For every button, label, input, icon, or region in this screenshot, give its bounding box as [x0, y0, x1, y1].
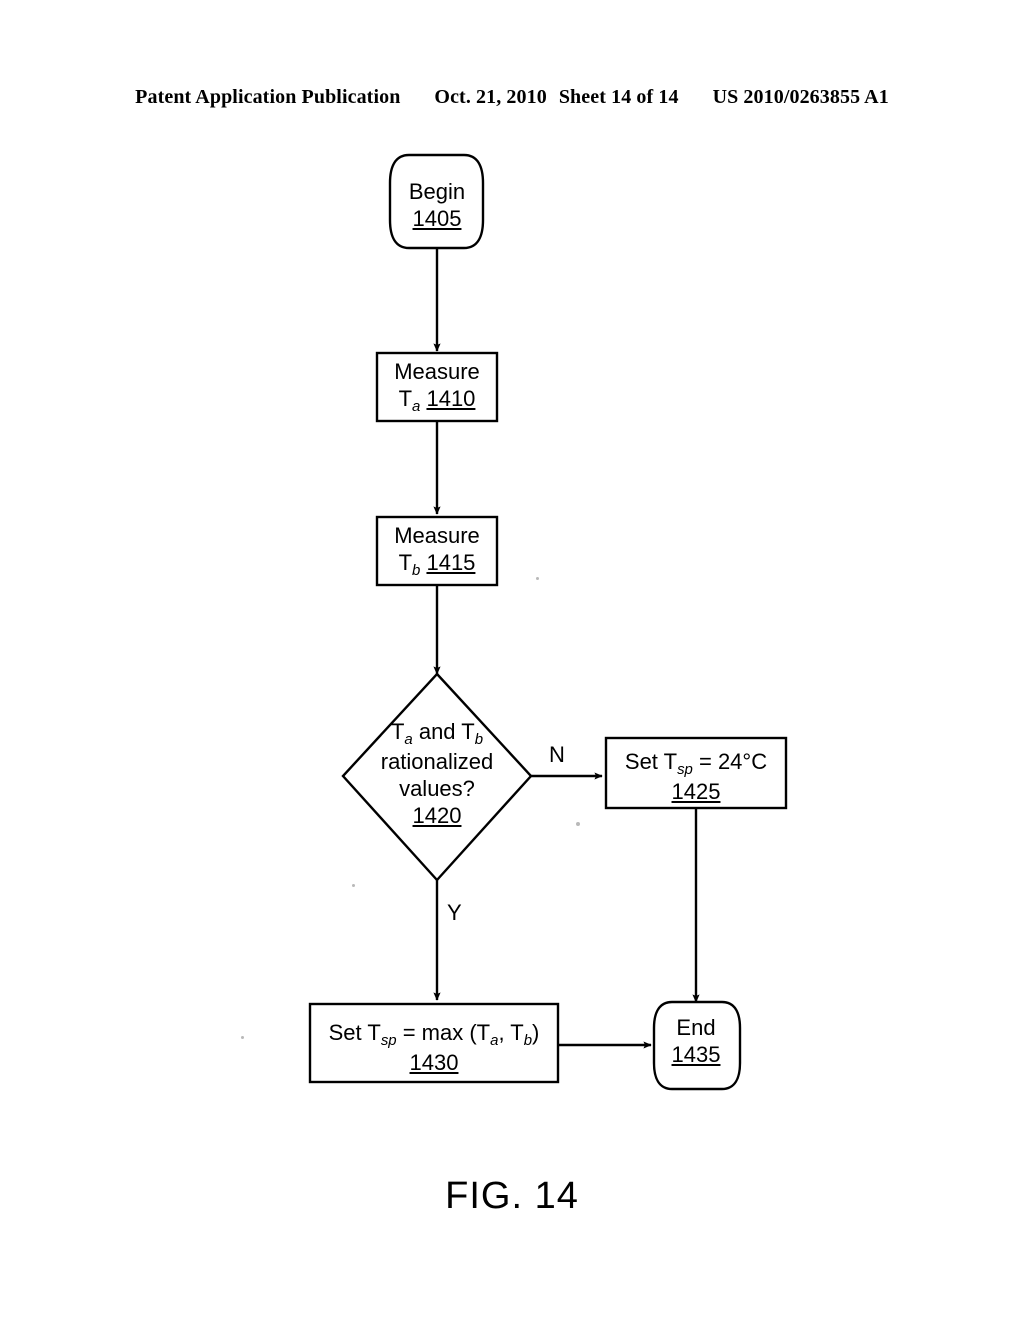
figure-caption: FIG. 14 [445, 1175, 579, 1217]
branch-label-no: N [549, 742, 565, 767]
flowchart-figure [0, 0, 1024, 1320]
branch-label-yes: Y [447, 900, 462, 925]
set-fixed-node-shape [604, 736, 788, 810]
end-node-shape [652, 1000, 742, 1091]
measure-ta-node-shape [375, 351, 499, 423]
begin-node-shape [388, 153, 485, 250]
set-max-node-shape [308, 1002, 560, 1084]
decision-node-shape [341, 672, 533, 882]
measure-tb-node-shape [375, 515, 499, 587]
